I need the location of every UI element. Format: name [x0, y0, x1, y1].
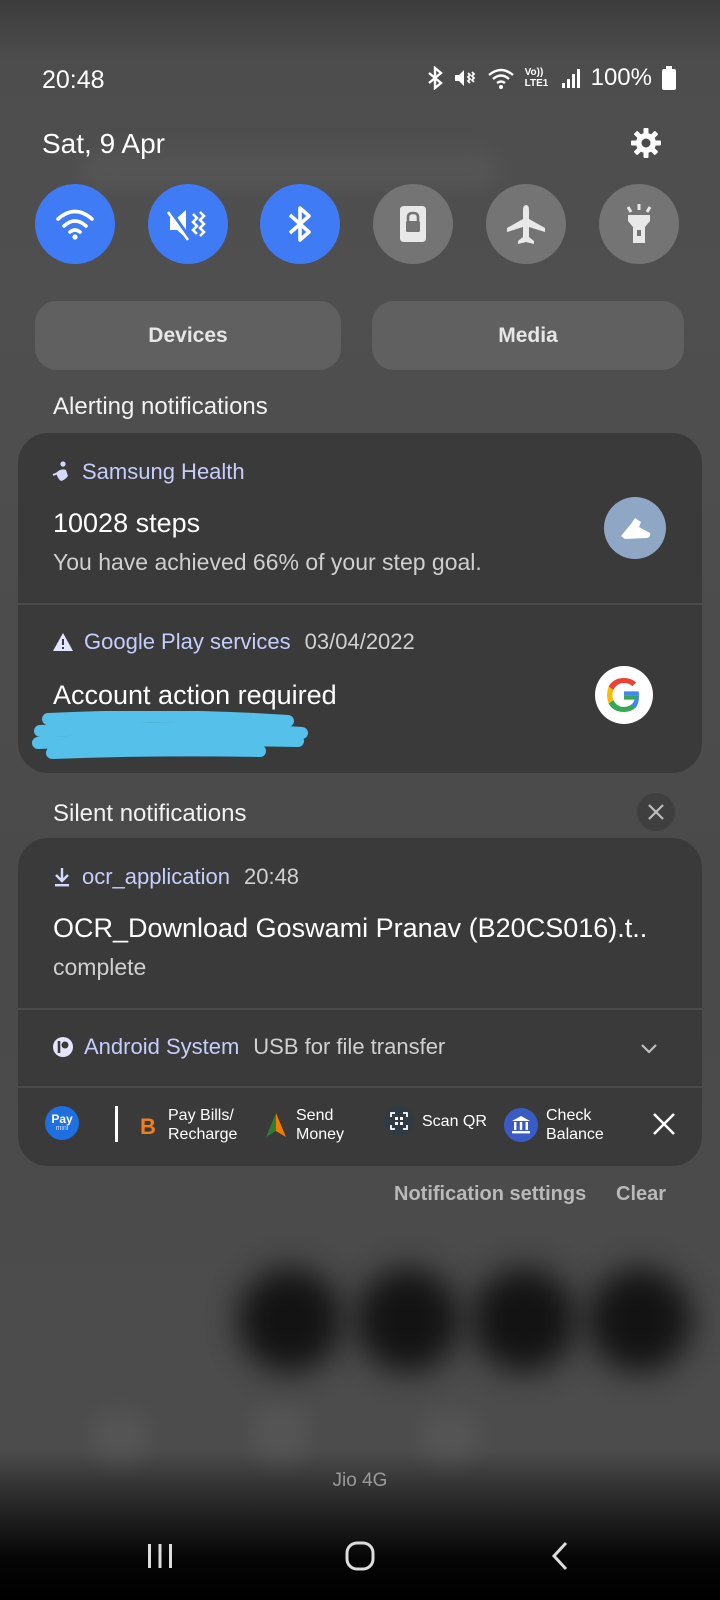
status-time: 20:48 [42, 66, 105, 94]
separator [115, 1106, 118, 1142]
battery-percent: 100% [590, 64, 652, 91]
airplane-toggle[interactable] [486, 184, 566, 264]
google-title: Account action required [53, 680, 337, 710]
notification-settings-button[interactable]: Notification settings [394, 1183, 586, 1206]
mute-toggle[interactable] [148, 184, 228, 264]
android-text: USB for file transfer [253, 1034, 446, 1059]
mute-status-icon [454, 70, 475, 86]
health-notification[interactable]: Samsung Health 10028 steps You have achi… [18, 433, 702, 603]
pay-bills-line2: Recharge [168, 1126, 238, 1143]
android-app-name: Android System [84, 1034, 240, 1059]
status-icons: Vo)) LTE1 100% [427, 64, 676, 92]
paytm-logo[interactable]: Pay mini [45, 1106, 79, 1140]
devices-button[interactable]: Devices [35, 301, 341, 370]
google-app-name: Google Play services [84, 629, 291, 654]
paytm-logo-text: Pay [51, 1112, 73, 1126]
media-button[interactable]: Media [372, 301, 684, 370]
chevron-down-icon[interactable] [640, 1043, 658, 1055]
pay-bills-line1: Pay Bills/ [168, 1107, 234, 1124]
alerting-label: Alerting notifications [53, 393, 268, 420]
network-label: Vo)) LTE1 [524, 67, 549, 89]
close-icon[interactable] [651, 1111, 677, 1137]
ocr-title: OCR_Download Goswami Pranav (B20CS016).t… [53, 913, 648, 943]
check-balance-line1: Check [546, 1107, 592, 1124]
back-icon [551, 1541, 568, 1571]
airplane-icon [507, 205, 545, 244]
lock-toggle[interactable] [373, 184, 453, 264]
carrier-label: Jio 4G [332, 1470, 388, 1491]
dismiss-silent-button[interactable] [637, 793, 675, 831]
lock-icon [400, 206, 426, 242]
bluetooth-icon [288, 206, 311, 242]
wifi-status-icon [487, 68, 514, 89]
flashlight-icon [626, 204, 652, 243]
ocr-app-name: ocr_application [82, 864, 230, 889]
android-notification[interactable]: Android System USB for file transfer [18, 1010, 702, 1086]
scan-qr-button[interactable]: Scan QR [384, 1106, 487, 1136]
wifi-icon [56, 209, 94, 240]
paytm-logo-sub: mini [55, 1125, 69, 1132]
health-app-name: Samsung Health [82, 459, 245, 484]
health-body: You have achieved 66% of your step goal. [53, 549, 482, 575]
silent-label: Silent notifications [53, 800, 247, 827]
gear-icon[interactable] [630, 127, 662, 159]
ocr-notification[interactable]: ocr_application 20:48 OCR_Download Goswa… [18, 838, 702, 1008]
close-icon [648, 804, 664, 820]
recent-apps-button[interactable] [140, 1540, 180, 1572]
home-icon [345, 1541, 375, 1571]
runner-icon [52, 461, 68, 481]
send-money-icon [266, 1113, 286, 1137]
bank-icon [504, 1108, 538, 1142]
battery-icon [662, 66, 676, 90]
bill-icon: B [140, 1114, 156, 1137]
ocr-time: 20:48 [243, 864, 300, 889]
health-title: 10028 steps [53, 508, 201, 538]
flashlight-toggle[interactable] [599, 184, 679, 264]
check-balance-button[interactable]: Check Balance [504, 1106, 604, 1144]
recent-apps-icon [148, 1544, 172, 1568]
check-balance-line2: Balance [546, 1126, 604, 1143]
svg-text:B: B [140, 1114, 156, 1137]
alerting-card: Samsung Health 10028 steps You have achi… [18, 433, 702, 773]
shoe-icon [604, 497, 666, 559]
pay-bills-button[interactable]: B Pay Bills/Recharge [138, 1106, 237, 1144]
bluetooth-status-icon [427, 66, 443, 90]
warning-icon [53, 633, 73, 651]
redaction-scribble [32, 711, 308, 759]
back-button[interactable] [540, 1540, 580, 1572]
android-system-icon [53, 1037, 73, 1057]
wifi-toggle[interactable] [35, 184, 115, 264]
signal-icon [561, 69, 580, 88]
qr-scan-icon [384, 1106, 414, 1136]
scan-qr-line1: Scan QR [422, 1112, 487, 1130]
clear-button[interactable]: Clear [616, 1183, 666, 1206]
date-label: Sat, 9 Apr [42, 128, 165, 159]
mute-vibrate-icon [166, 209, 206, 241]
ocr-body: complete [53, 954, 147, 980]
send-money-button[interactable]: Send Money [264, 1106, 344, 1144]
send-money-line1: Send [296, 1107, 334, 1124]
google-icon [595, 666, 653, 724]
download-icon [55, 868, 69, 887]
google-time: 03/04/2022 [304, 629, 415, 654]
paytm-notification: Pay mini B Pay Bills/Recharge Send Money … [18, 1088, 702, 1164]
home-button[interactable] [340, 1540, 380, 1572]
bluetooth-toggle[interactable] [260, 184, 340, 264]
send-money-line2: Money [296, 1126, 345, 1143]
google-notification[interactable]: Google Play services 03/04/2022 Account … [18, 605, 702, 773]
